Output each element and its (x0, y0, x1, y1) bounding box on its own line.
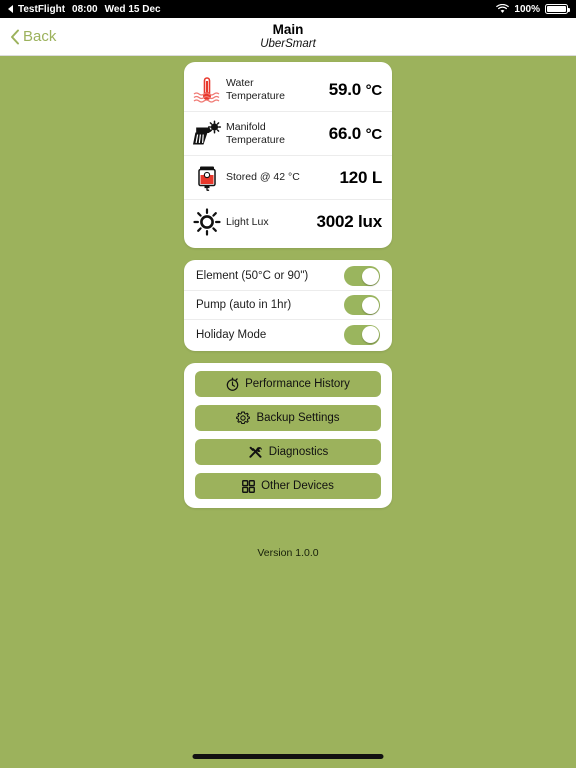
gear-icon (236, 411, 251, 425)
stopwatch-icon (226, 377, 239, 391)
metric-label-line2: Temperature (226, 133, 285, 146)
back-button[interactable]: Back (0, 28, 56, 45)
metric-label: Manifold Temperature (226, 121, 329, 146)
metric-label: Stored @ 42 °C (226, 171, 340, 183)
status-bar-left: TestFlight 08:00 Wed 15 Dec (8, 4, 161, 15)
status-bar-time: 08:00 (72, 3, 98, 15)
metric-value-number: 59.0 (328, 79, 362, 99)
diagnostics-button[interactable]: Diagnostics (195, 439, 381, 465)
toggle-switch-element[interactable] (344, 266, 380, 286)
toggle-label-holiday-mode: Holiday Mode (196, 328, 267, 341)
solar-manifold-icon (190, 117, 224, 151)
metric-value-number: 3002 (316, 212, 354, 231)
metric-label-line1: Stored @ 42 °C (226, 171, 300, 184)
metric-label-line2: Temperature (226, 89, 285, 102)
content-area: Water Temperature 59.0 °C Manifold Tempe… (0, 56, 576, 559)
grid-icon (242, 479, 256, 493)
performance-history-button[interactable]: Performance History (195, 371, 381, 397)
sun-icon (190, 205, 224, 239)
toggle-switch-holiday-mode[interactable] (344, 324, 380, 345)
page-subtitle: UberSmart (260, 38, 316, 51)
toggle-row-element: Element (50°C or 90") (184, 262, 392, 291)
status-bar: TestFlight 08:00 Wed 15 Dec 100% (0, 0, 576, 18)
backup-settings-label: Backup Settings (256, 412, 340, 424)
metric-label: Water Temperature (226, 77, 329, 102)
toggle-switch-pump[interactable] (344, 295, 380, 315)
metric-row-water-temperature: Water Temperature 59.0 °C (184, 68, 392, 112)
status-bar-date: Wed 15 Dec (104, 3, 161, 15)
nav-title-group: Main UberSmart (0, 18, 576, 55)
status-bar-back-app[interactable]: TestFlight (18, 4, 65, 15)
app-root: TestFlight 08:00 Wed 15 Dec 100% Back Ma… (0, 0, 576, 768)
version-label: Version 1.0.0 (257, 547, 319, 559)
metric-value: 59.0 °C (329, 80, 382, 100)
metric-row-light-lux: Light Lux 3002 lux (184, 200, 392, 244)
nav-bar: Back Main UberSmart (0, 18, 576, 56)
metric-value-unit: L (371, 167, 382, 187)
metric-label-line1: Manifold (226, 121, 266, 134)
chevron-left-icon (10, 29, 20, 45)
metric-value: 66.0 °C (329, 124, 382, 144)
toggle-label-pump: Pump (auto in 1hr) (196, 299, 292, 311)
metric-label-line1: Light Lux (226, 215, 269, 228)
metrics-card: Water Temperature 59.0 °C Manifold Tempe… (184, 62, 392, 248)
back-to-app-triangle-icon[interactable] (8, 5, 13, 13)
metric-value: 3002 lux (316, 212, 382, 232)
performance-history-label: Performance History (245, 378, 350, 390)
battery-percent-label: 100% (514, 3, 540, 15)
metric-row-stored-volume: Stored @ 42 °C 120 L (184, 156, 392, 200)
metric-value-number: 120 (339, 167, 368, 187)
diagnostics-label: Diagnostics (268, 446, 329, 458)
backup-settings-button[interactable]: Backup Settings (195, 405, 381, 431)
toggle-row-holiday-mode: Holiday Mode (184, 320, 392, 349)
page-title: Main (272, 21, 304, 37)
metric-value-number: 66.0 (328, 123, 362, 143)
metric-label: Light Lux (226, 216, 316, 228)
metric-value-unit: °C (365, 125, 383, 143)
toggle-row-pump: Pump (auto in 1hr) (184, 291, 392, 320)
water-thermometer-icon (190, 73, 224, 107)
storage-tank-icon (190, 161, 224, 195)
back-button-label: Back (23, 28, 57, 45)
tools-icon (248, 445, 263, 459)
actions-card: Performance History Backup Settings Diag… (184, 363, 392, 508)
home-indicator[interactable] (192, 754, 384, 759)
toggles-card: Element (50°C or 90") Pump (auto in 1hr)… (184, 260, 392, 351)
metric-value-unit: lux (358, 212, 382, 231)
battery-full-icon (545, 4, 570, 14)
status-bar-right: 100% (496, 3, 570, 15)
other-devices-label: Other Devices (261, 480, 334, 492)
metric-value-unit: °C (365, 81, 383, 99)
wifi-icon (496, 4, 510, 14)
metric-label-line1: Water (226, 77, 254, 90)
metric-value: 120 L (339, 167, 383, 188)
toggle-label-element: Element (50°C or 90") (196, 270, 309, 282)
metric-row-manifold-temperature: Manifold Temperature 66.0 °C (184, 112, 392, 156)
other-devices-button[interactable]: Other Devices (195, 473, 381, 499)
